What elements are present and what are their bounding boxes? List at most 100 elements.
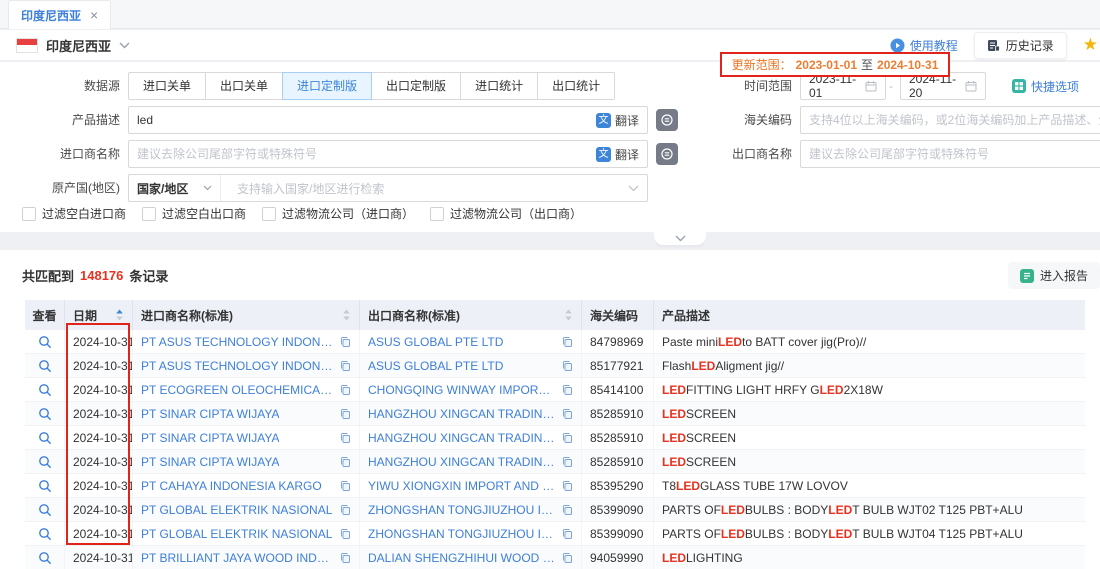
copy-icon[interactable]	[333, 456, 351, 468]
cell-exporter: DALIAN SHENGZHIHUI WOOD INDUST...	[360, 546, 582, 569]
translate-icon: 文	[596, 113, 611, 128]
importer-link[interactable]: PT GLOBAL ELEKTRIK NASIONAL	[141, 503, 332, 517]
view-record-button[interactable]	[38, 431, 52, 445]
datasource-tab-0[interactable]: 进口关单	[128, 72, 206, 100]
copy-icon[interactable]	[333, 552, 351, 564]
copy-icon[interactable]	[333, 528, 351, 540]
datasource-tab-2[interactable]: 进口定制版	[282, 72, 372, 100]
view-record-button[interactable]	[38, 503, 52, 517]
column-header-2[interactable]: 进口商名称(标准)	[133, 300, 360, 330]
copy-icon[interactable]	[333, 408, 351, 420]
sort-icon[interactable]	[558, 308, 573, 322]
datasource-tab-4[interactable]: 进口统计	[460, 72, 538, 100]
copy-icon[interactable]	[555, 480, 573, 492]
report-icon	[1020, 269, 1034, 283]
cell-hscode: 84798969	[582, 330, 654, 353]
copy-icon[interactable]	[555, 360, 573, 372]
datasource-tab-1[interactable]: 出口关单	[205, 72, 283, 100]
exporter-link[interactable]: HANGZHOU XINGCAN TRADING CO LTD	[368, 407, 555, 421]
copy-icon[interactable]	[555, 552, 573, 564]
exporter-link[interactable]: ZHONGSHAN TONGJIUZHOU INTERNA...	[368, 503, 555, 517]
origin-country-select[interactable]: 国家/地区	[129, 175, 221, 201]
exporter-link[interactable]: ZHONGSHAN TONGJIUZHOU INTERNA...	[368, 527, 555, 541]
datasource-tab-5[interactable]: 出口统计	[537, 72, 615, 100]
enter-report-button[interactable]: 进入报告	[1008, 262, 1100, 289]
tab-indonesia[interactable]: 印度尼西亚 ×	[8, 0, 111, 29]
exporter-input[interactable]	[809, 147, 1100, 161]
cell-date: 2024-10-31	[65, 354, 133, 377]
translate-button[interactable]: 文 翻译	[596, 146, 639, 163]
importer-link[interactable]: PT SINAR CIPTA WIJAYA	[141, 431, 279, 445]
table-row: 2024-10-31PT ASUS TECHNOLOGY INDONESIA B…	[25, 330, 1085, 354]
exporter-link[interactable]: DALIAN SHENGZHIHUI WOOD INDUST...	[368, 551, 555, 565]
view-record-button[interactable]	[38, 359, 52, 373]
copy-icon[interactable]	[555, 384, 573, 396]
star-icon[interactable]: ★	[1083, 35, 1098, 55]
hscode-input[interactable]	[809, 113, 1100, 127]
checkbox-icon[interactable]	[142, 207, 156, 221]
datasource-tab-3[interactable]: 出口定制版	[371, 72, 461, 100]
product-desc-input[interactable]	[137, 113, 590, 127]
copy-icon[interactable]	[555, 528, 573, 540]
exporter-link[interactable]: ASUS GLOBAL PTE LTD	[368, 335, 503, 349]
exporter-link[interactable]: HANGZHOU XINGCAN TRADING CO LTD	[368, 455, 555, 469]
collapse-panel-button[interactable]	[654, 232, 706, 245]
view-record-button[interactable]	[38, 479, 52, 493]
quick-options-link[interactable]: 快捷选项	[1012, 72, 1079, 100]
close-tab-icon[interactable]: ×	[90, 8, 98, 22]
copy-icon[interactable]	[333, 384, 351, 396]
desc-text: T BULB WJT02 T125 PBT+ALU	[852, 503, 1023, 517]
history-button[interactable]: 历史记录	[974, 32, 1067, 59]
checkbox-icon[interactable]	[430, 207, 444, 221]
importer-input[interactable]	[137, 147, 590, 161]
origin-country-search-placeholder[interactable]: 支持输入国家/地区进行检索	[227, 180, 622, 197]
exporter-link[interactable]: CHONGQING WINWAY IMPORT AND E...	[368, 383, 555, 397]
view-record-button[interactable]	[38, 383, 52, 397]
view-record-button[interactable]	[38, 407, 52, 421]
importer-link[interactable]: PT ASUS TECHNOLOGY INDONESIA BA...	[141, 359, 333, 373]
importer-link[interactable]: PT CAHAYA INDONESIA KARGO	[141, 479, 322, 493]
copy-icon[interactable]	[333, 480, 351, 492]
exporter-link[interactable]: YIWU XIONGXIN IMPORT AND EXPORT...	[368, 479, 555, 493]
importer-link[interactable]: PT ASUS TECHNOLOGY INDONESIA BA...	[141, 335, 333, 349]
filter-checkbox-1[interactable]: 过滤空白出口商	[142, 205, 246, 222]
filter-checkbox-3[interactable]: 过滤物流公司（出口商）	[430, 205, 582, 222]
copy-icon[interactable]	[555, 432, 573, 444]
importer-link[interactable]: PT BRILLIANT JAYA WOOD INDUSTRY	[141, 551, 333, 565]
view-record-button[interactable]	[38, 335, 52, 349]
importer-link[interactable]: PT SINAR CIPTA WIJAYA	[141, 407, 279, 421]
copy-icon[interactable]	[333, 360, 351, 372]
desc-text: PARTS OF	[662, 527, 721, 541]
column-header-1[interactable]: 日期	[65, 300, 133, 330]
sort-icon[interactable]	[336, 308, 351, 322]
importer-link[interactable]: PT SINAR CIPTA WIJAYA	[141, 455, 279, 469]
view-record-button[interactable]	[38, 551, 52, 565]
importer-link[interactable]: PT ECOGREEN OLEOCHEMICALS	[141, 383, 333, 397]
exact-match-toggle[interactable]	[656, 143, 678, 165]
country-chevron-down-icon[interactable]	[119, 42, 130, 49]
copy-icon[interactable]	[333, 504, 351, 516]
datasource-label: 数据源	[0, 72, 120, 100]
copy-icon[interactable]	[333, 336, 351, 348]
product-desc-label: 产品描述	[0, 106, 120, 134]
copy-icon[interactable]	[555, 408, 573, 420]
importer-link[interactable]: PT GLOBAL ELEKTRIK NASIONAL	[141, 527, 332, 541]
copy-icon[interactable]	[555, 456, 573, 468]
view-record-button[interactable]	[38, 455, 52, 469]
cell-hscode: 85285910	[582, 402, 654, 425]
checkbox-icon[interactable]	[262, 207, 276, 221]
filter-checkbox-0[interactable]: 过滤空白进口商	[22, 205, 126, 222]
copy-icon[interactable]	[555, 336, 573, 348]
tutorial-link[interactable]: 使用教程	[890, 37, 958, 54]
exporter-link[interactable]: HANGZHOU XINGCAN TRADING CO LTD	[368, 431, 555, 445]
translate-button[interactable]: 文 翻译	[596, 112, 639, 129]
sort-icon[interactable]	[109, 308, 124, 322]
view-record-button[interactable]	[38, 527, 52, 541]
exporter-link[interactable]: ASUS GLOBAL PTE LTD	[368, 359, 503, 373]
copy-icon[interactable]	[555, 504, 573, 516]
filter-checkbox-2[interactable]: 过滤物流公司（进口商）	[262, 205, 414, 222]
checkbox-icon[interactable]	[22, 207, 36, 221]
copy-icon[interactable]	[333, 432, 351, 444]
exact-match-toggle[interactable]	[656, 109, 678, 131]
column-header-3[interactable]: 出口商名称(标准)	[360, 300, 582, 330]
